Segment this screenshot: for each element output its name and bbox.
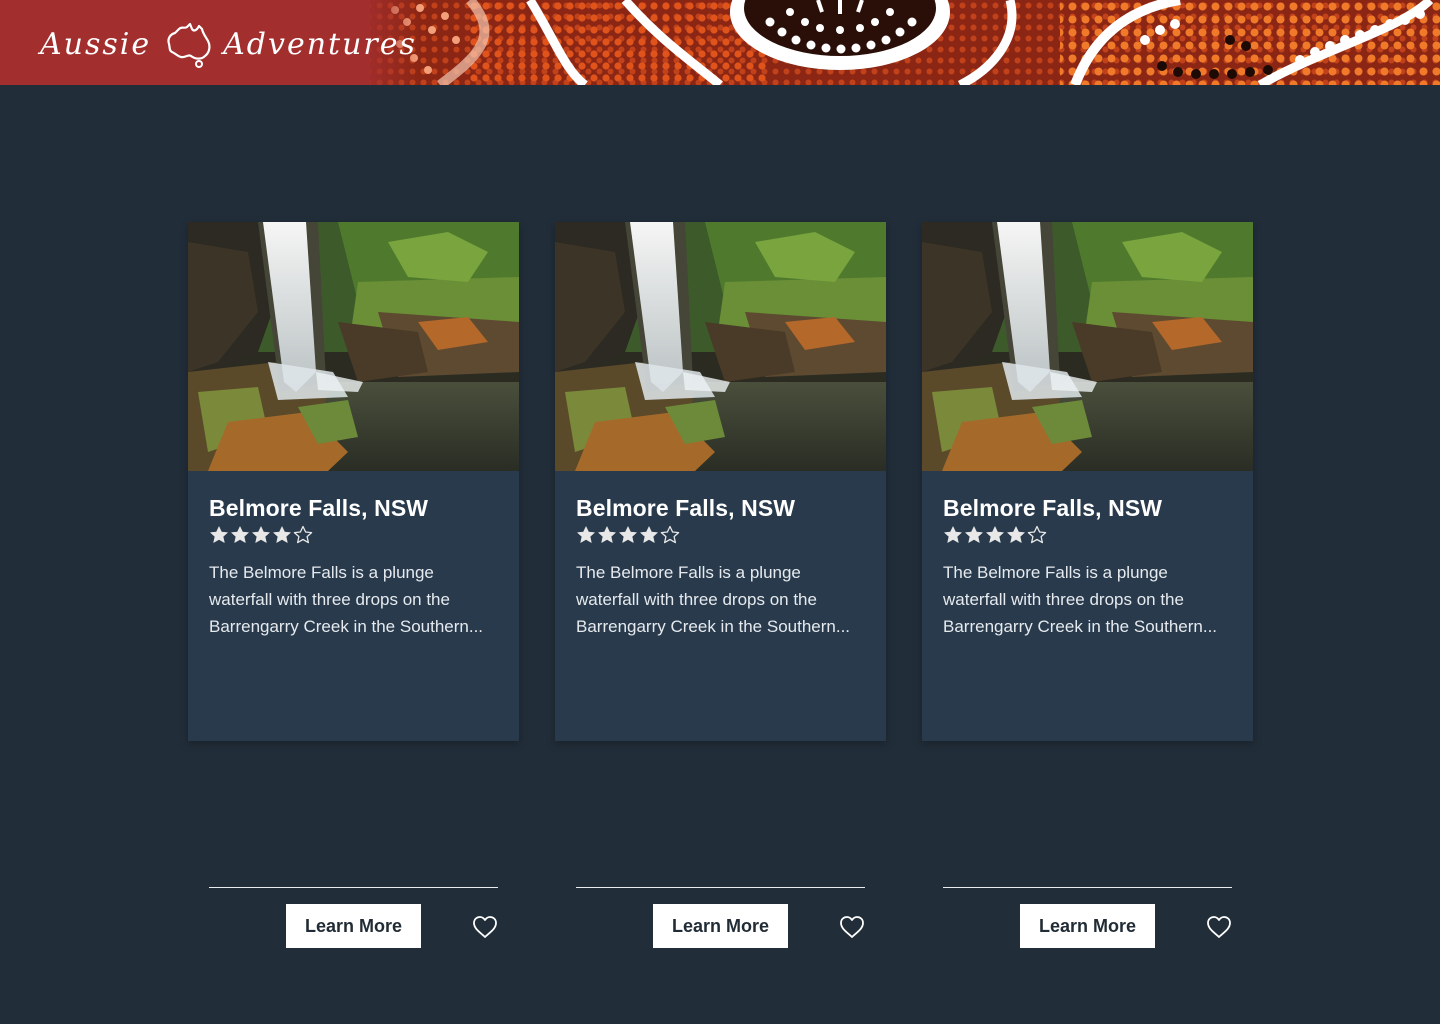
star-filled-icon — [944, 526, 962, 543]
star-filled-icon — [619, 526, 637, 543]
favorite-button[interactable] — [471, 913, 499, 941]
attraction-card: Belmore Falls, NSW The Belmore Falls is … — [922, 222, 1253, 948]
waterfall-photo[interactable] — [922, 222, 1253, 471]
card-title[interactable]: Belmore Falls, NSW — [209, 495, 428, 522]
learn-more-button[interactable]: Learn More — [1020, 904, 1155, 948]
card-description: The Belmore Falls is a plunge waterfall … — [943, 563, 1218, 636]
favorite-button[interactable] — [1205, 913, 1233, 941]
star-filled-icon — [210, 526, 228, 543]
star-rating — [576, 525, 680, 545]
star-filled-icon — [577, 526, 595, 543]
waterfall-photo[interactable] — [555, 222, 886, 471]
waterfall-photo[interactable] — [188, 222, 519, 471]
logo-text-left: Aussie — [40, 26, 152, 62]
star-outline-icon — [1027, 525, 1047, 544]
heart-outline-icon — [473, 916, 497, 938]
star-filled-icon — [231, 526, 249, 543]
card-description: The Belmore Falls is a plunge waterfall … — [576, 563, 851, 636]
learn-more-button[interactable]: Learn More — [653, 904, 788, 948]
card-body: Belmore Falls, NSW The Belmore Falls is … — [576, 471, 865, 948]
attraction-card: Belmore Falls, NSW The Belmore Falls is … — [555, 222, 886, 948]
card-body: Belmore Falls, NSW The Belmore Falls is … — [209, 471, 498, 948]
favorite-button[interactable] — [838, 913, 866, 941]
logo-text-right: Adventures — [223, 26, 417, 62]
card-description: The Belmore Falls is a plunge waterfall … — [209, 563, 484, 636]
star-rating — [943, 525, 1047, 545]
star-outline-icon — [293, 525, 313, 544]
star-rating — [209, 525, 313, 545]
australia-map-icon — [167, 22, 211, 68]
attraction-card: Belmore Falls, NSW The Belmore Falls is … — [188, 222, 519, 948]
card-title[interactable]: Belmore Falls, NSW — [576, 495, 795, 522]
star-filled-icon — [965, 526, 983, 543]
star-filled-icon — [1007, 526, 1025, 543]
star-filled-icon — [273, 526, 291, 543]
site-header: Aussie Adventures — [0, 0, 1440, 85]
star-outline-icon — [660, 525, 680, 544]
star-filled-icon — [640, 526, 658, 543]
learn-more-button[interactable]: Learn More — [286, 904, 421, 948]
star-filled-icon — [986, 526, 1004, 543]
divider — [209, 887, 498, 888]
star-filled-icon — [598, 526, 616, 543]
heart-outline-icon — [840, 916, 864, 938]
star-filled-icon — [252, 526, 270, 543]
attraction-cards: Belmore Falls, NSW The Belmore Falls is … — [188, 222, 1253, 948]
card-body: Belmore Falls, NSW The Belmore Falls is … — [943, 471, 1232, 948]
divider — [576, 887, 865, 888]
site-logo[interactable]: Aussie Adventures — [40, 18, 417, 70]
card-title[interactable]: Belmore Falls, NSW — [943, 495, 1162, 522]
heart-outline-icon — [1207, 916, 1231, 938]
divider — [943, 887, 1232, 888]
